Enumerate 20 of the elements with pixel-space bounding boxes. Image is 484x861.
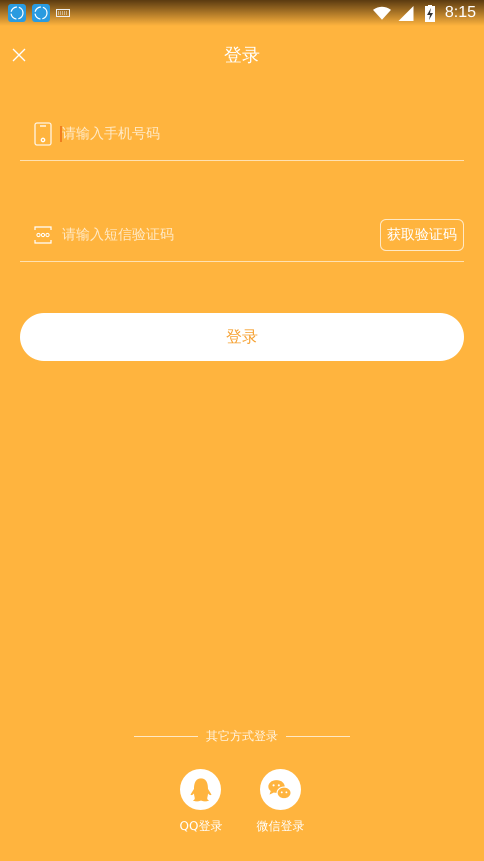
app-icon <box>32 4 50 22</box>
battery-icon <box>424 4 435 22</box>
get-code-button[interactable]: 获取验证码 <box>380 219 464 251</box>
signal-icon <box>396 6 415 20</box>
app-icon <box>8 4 26 22</box>
provider-label[interactable]: 微信登录 <box>256 818 304 835</box>
penguin-icon[interactable] <box>180 769 222 810</box>
other-login-label: 其它方式登录 <box>206 728 278 745</box>
chat-bubbles-icon[interactable] <box>260 769 301 810</box>
login-button[interactable]: 登录 <box>20 313 464 361</box>
provider-label[interactable]: QQ登录 <box>180 818 222 835</box>
page-title: 登录 <box>224 44 260 67</box>
clock-time: 8:15 <box>444 4 476 22</box>
keyboard-icon <box>56 9 70 17</box>
wifi-icon <box>372 6 391 20</box>
phone-input-field[interactable]: 请输入手机号码 <box>62 126 464 142</box>
phone-icon <box>34 122 52 146</box>
message-code-icon <box>34 226 52 244</box>
close-icon[interactable] <box>12 48 26 62</box>
code-input-field[interactable]: 请输入短信验证码 <box>62 227 380 243</box>
